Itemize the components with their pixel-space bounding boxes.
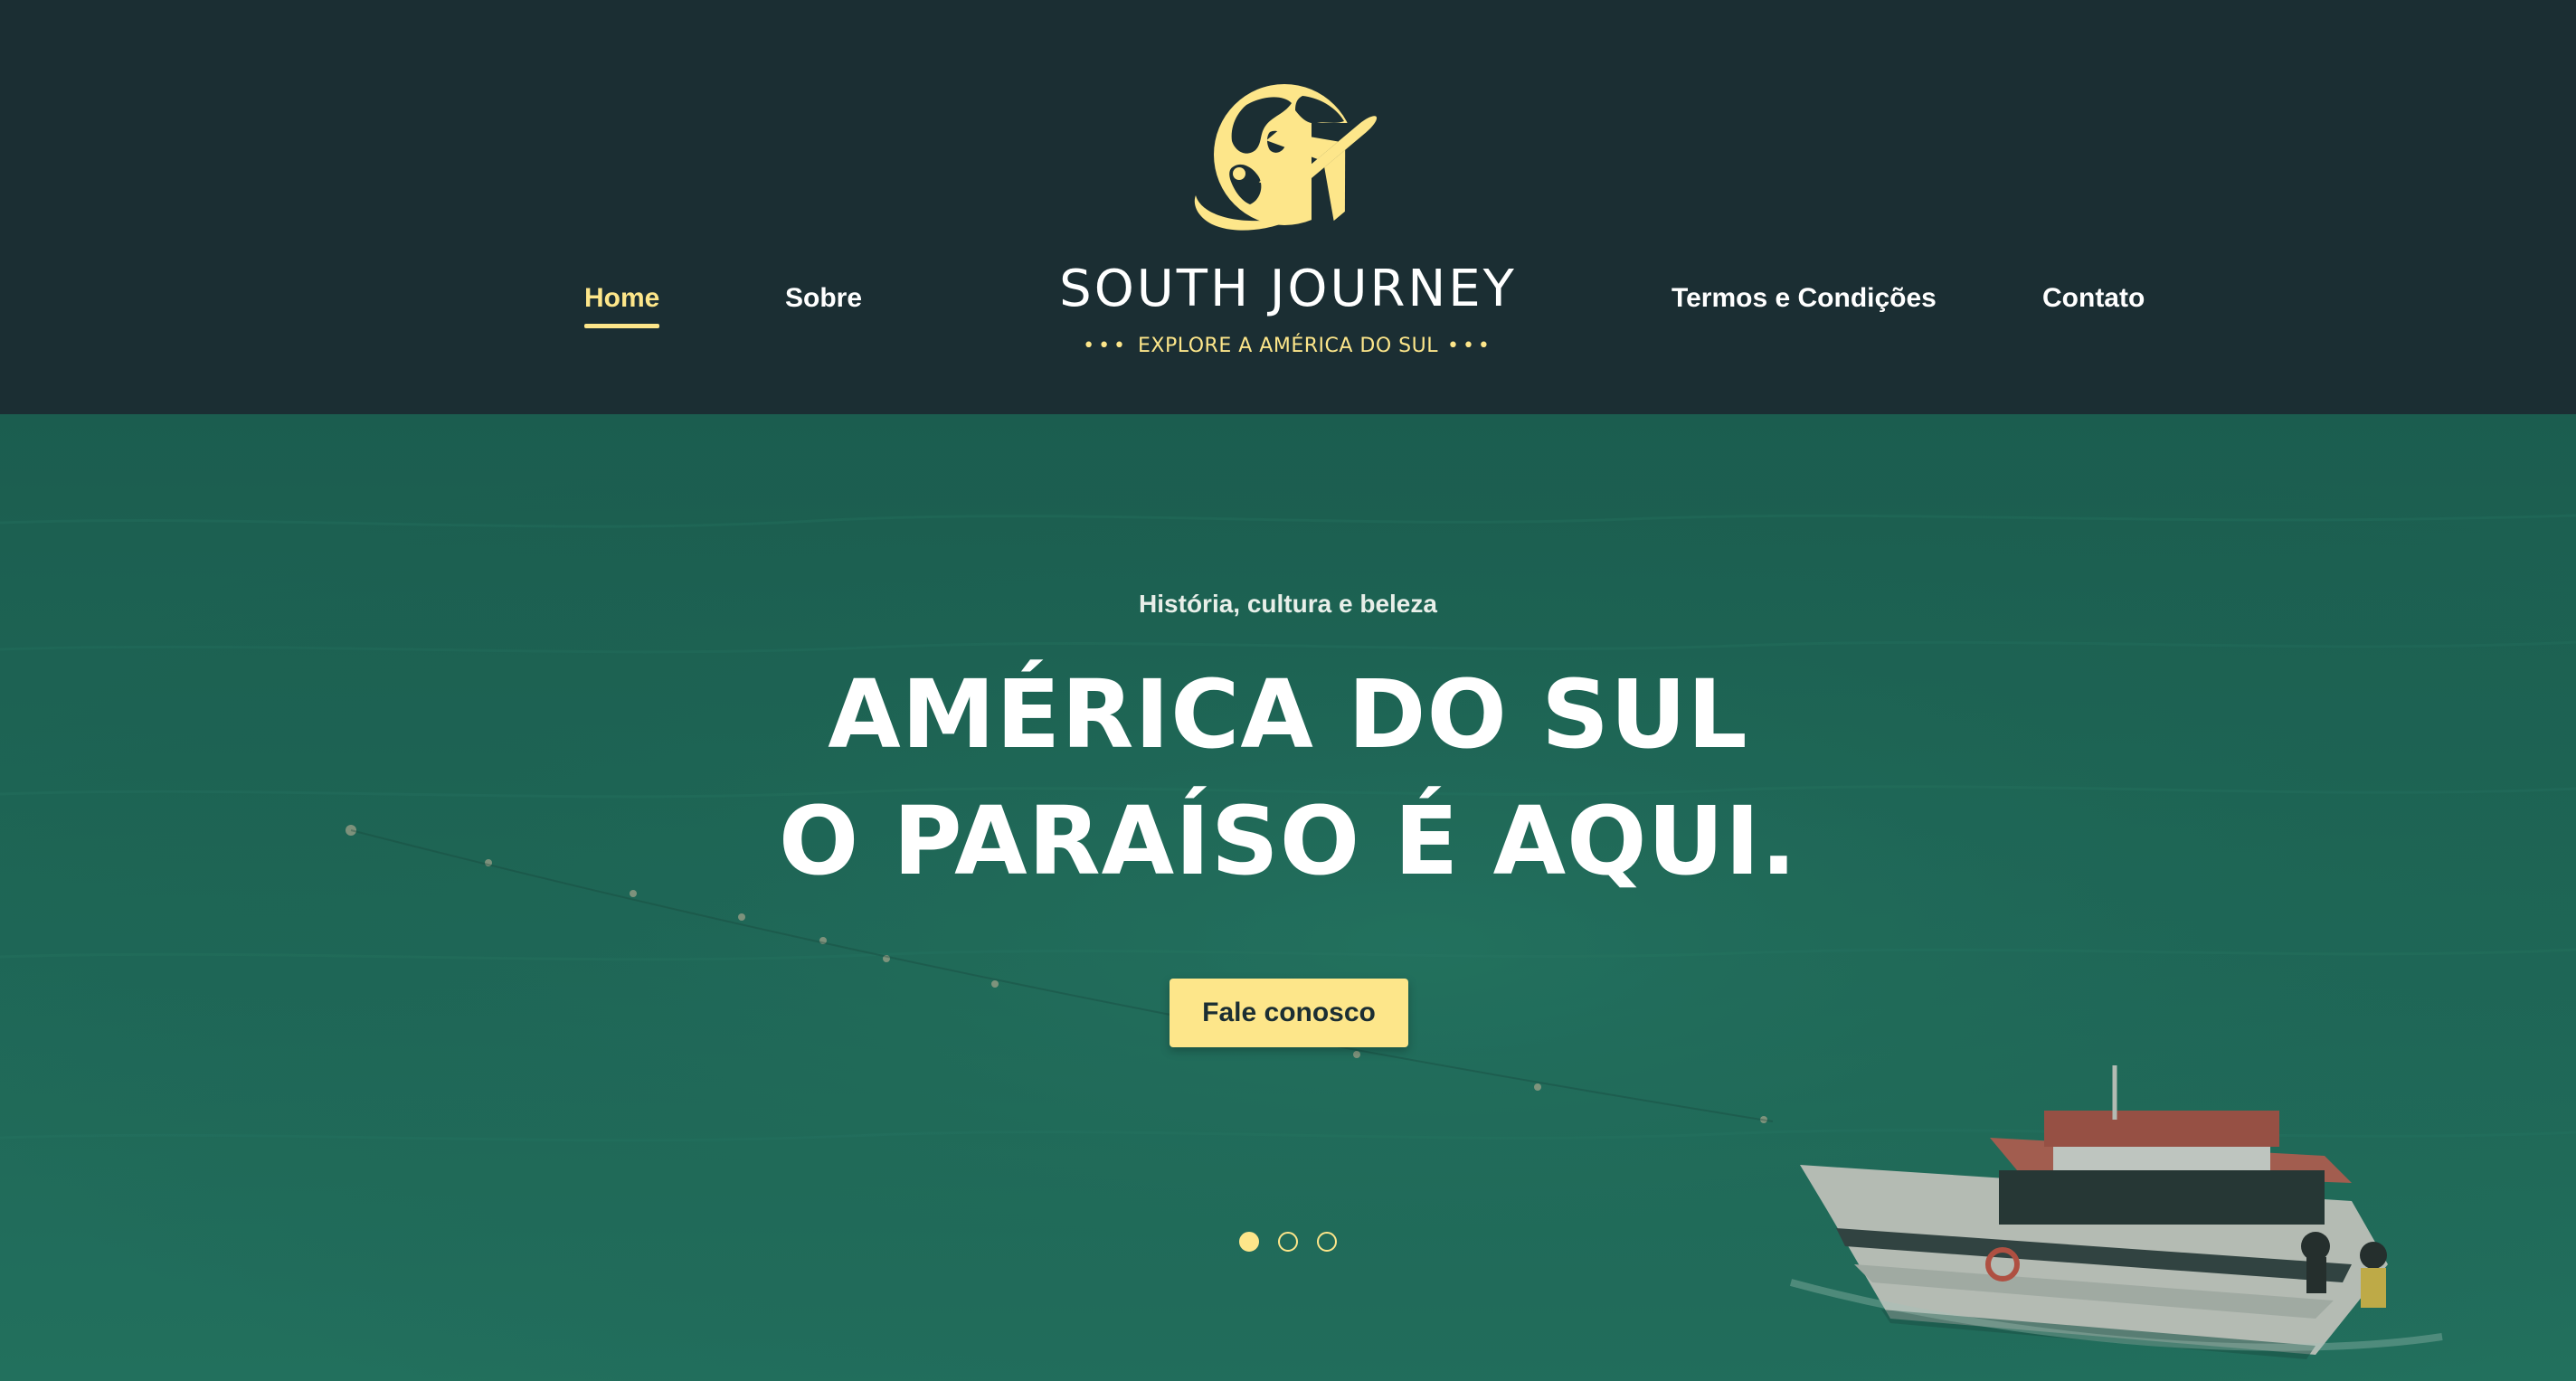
brand-tagline-text: EXPLORE A AMÉRICA DO SUL: [1138, 335, 1438, 357]
nav-link-contato[interactable]: Contato: [2042, 279, 2145, 318]
nav-link-sobre-label: Sobre: [785, 283, 863, 313]
hero-title: AMÉRICA DO SUL O PARAÍSO É AQUI.: [0, 651, 2576, 904]
brand-name: SOUTH JOURNEY: [1059, 260, 1517, 318]
globe-airplane-icon: [1194, 84, 1411, 250]
brand-logo[interactable]: SOUTH JOURNEY ••• EXPLORE A AMÉRICA DO SU…: [1049, 60, 1527, 367]
carousel-dot-3[interactable]: [1317, 1232, 1337, 1252]
tagline-dots-left: •••: [1083, 335, 1130, 357]
nav-link-sobre[interactable]: Sobre: [785, 279, 862, 318]
carousel-dot-2[interactable]: [1278, 1232, 1298, 1252]
nav-link-home[interactable]: Home: [584, 279, 660, 328]
hero-title-line-1: AMÉRICA DO SUL: [828, 659, 1748, 770]
nav-link-contato-label: Contato: [2042, 283, 2145, 313]
nav-link-termos[interactable]: Termos e Condições: [1672, 279, 1937, 318]
hero-carousel: História, cultura e beleza AMÉRICA DO SU…: [0, 414, 2576, 1381]
carousel-indicators: [1239, 1232, 1339, 1253]
nav-link-home-label: Home: [584, 283, 660, 313]
site-header: Home Sobre SOUTH JOURNEY ••• EXPLORE A A…: [0, 0, 2576, 414]
brand-tagline: ••• EXPLORE A AMÉRICA DO SUL •••: [1049, 333, 1527, 360]
tagline-dots-right: •••: [1446, 335, 1493, 357]
carousel-dot-1[interactable]: [1239, 1232, 1259, 1252]
contact-us-button[interactable]: Fale conosco: [1170, 979, 1408, 1047]
nav-link-termos-label: Termos e Condições: [1672, 283, 1937, 313]
page: Home Sobre SOUTH JOURNEY ••• EXPLORE A A…: [0, 0, 2576, 1381]
hero-subtitle: História, cultura e beleza: [1139, 590, 1437, 618]
hero-title-line-2: O PARAÍSO É AQUI.: [778, 786, 1798, 896]
nav-active-underline: [584, 324, 660, 328]
